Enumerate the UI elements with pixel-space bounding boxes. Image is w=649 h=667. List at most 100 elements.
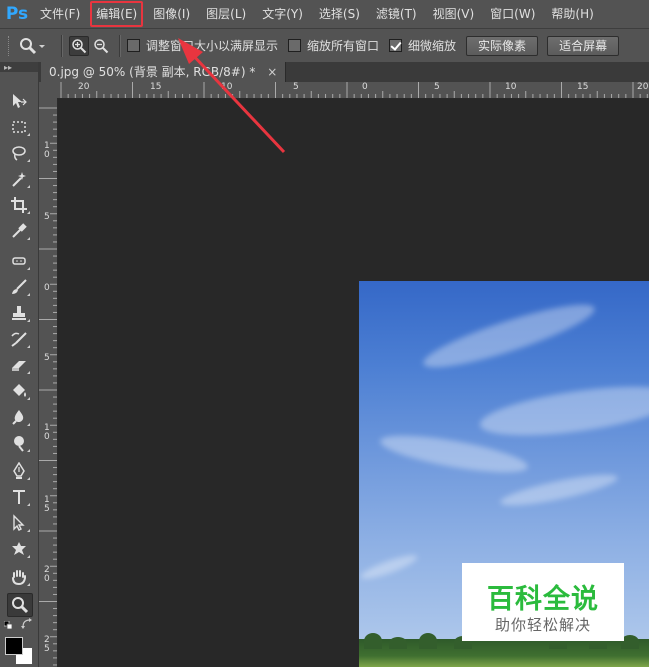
healing-brush-icon [12, 257, 26, 265]
blur-icon [12, 410, 24, 425]
tool-marquee[interactable] [7, 116, 31, 138]
zoom-out-button[interactable] [91, 36, 111, 56]
chevron-down-icon [39, 44, 45, 48]
tool-blur[interactable] [7, 406, 31, 428]
zoom-all-windows-checkbox[interactable]: 缩放所有窗口 [288, 37, 379, 54]
swap-colors-icon[interactable] [21, 618, 33, 633]
tool-move[interactable] [7, 90, 31, 112]
fit-screen-button[interactable]: 适合屏幕 [547, 35, 620, 56]
zoom-out-icon [94, 38, 109, 53]
ruler-label: 20 [78, 82, 90, 92]
lasso-icon [12, 146, 26, 161]
zoom-all-windows-label: 缩放所有窗口 [307, 39, 380, 53]
ruler-label: 10 [221, 82, 233, 92]
tool-zoom[interactable] [7, 593, 33, 617]
eyedropper-icon [12, 223, 27, 238]
watermark-title: 百科全说 [487, 584, 599, 615]
tool-dodge[interactable] [7, 432, 31, 454]
checkbox-box[interactable] [127, 39, 140, 52]
menu-bar: Ps 文件(F) 编辑(E) 图像(I) 图层(L) 文字(Y) 选择(S) 滤… [0, 0, 649, 28]
ruler-label: 1 5 [44, 495, 50, 514]
tool-type[interactable] [7, 486, 31, 508]
options-grip[interactable] [8, 35, 13, 56]
menu-view[interactable]: 视图(V) [427, 0, 481, 28]
ruler-label: 2 5 [44, 635, 50, 654]
app-logo: Ps [5, 4, 29, 24]
zoom-in-button[interactable] [69, 35, 89, 56]
paint-bucket-icon [13, 384, 26, 397]
ruler-label: 5 [44, 353, 50, 363]
tool-eyedropper[interactable] [7, 220, 31, 242]
actual-pixels-button[interactable]: 实际像素 [466, 35, 539, 56]
scrubby-zoom-label: 细微缩放 [408, 39, 457, 53]
ruler-label: 5 [44, 212, 50, 222]
tool-eraser[interactable] [7, 354, 31, 376]
options-separator [61, 34, 63, 57]
resize-windows-label: 调整窗口大小以满屏显示 [146, 39, 279, 53]
foreground-color-swatch[interactable] [5, 637, 23, 655]
menu-help[interactable]: 帮助(H) [545, 0, 599, 28]
dodge-icon [14, 436, 24, 452]
tool-healing-brush[interactable] [7, 250, 31, 272]
stamp-icon [12, 306, 26, 320]
menu-filter[interactable]: 滤镜(T) [370, 0, 423, 28]
tool-brush[interactable] [7, 276, 31, 298]
path-selection-icon [13, 514, 25, 531]
ruler-ticks [60, 82, 648, 98]
zoom-icon [20, 37, 37, 54]
tool-pen[interactable] [7, 460, 31, 482]
options-separator [119, 34, 121, 57]
tool-stamp[interactable] [7, 302, 31, 324]
tool-magic-wand[interactable] [7, 168, 31, 190]
close-icon[interactable]: × [267, 65, 277, 79]
checkbox-box[interactable] [288, 39, 302, 52]
toolbox-header[interactable]: ▸▸ [0, 62, 38, 72]
document-tab-bar: 0.jpg @ 50% (背景 副本, RGB/8#) * × [39, 62, 649, 82]
menu-edit[interactable]: 编辑(E) [90, 0, 144, 28]
hand-icon [12, 570, 26, 586]
tool-paint-bucket[interactable] [7, 380, 31, 402]
menu-layer[interactable]: 图层(L) [200, 0, 252, 28]
menu-image[interactable]: 图像(I) [147, 0, 196, 28]
document-tab[interactable]: 0.jpg @ 50% (背景 副本, RGB/8#) * × [41, 62, 287, 82]
marquee-icon [12, 121, 26, 133]
checkbox-box[interactable] [389, 39, 403, 52]
menu-type[interactable]: 文字(Y) [256, 0, 309, 28]
resize-windows-checkbox[interactable]: 调整窗口大小以满屏显示 [127, 37, 278, 54]
ruler-label: 0 [362, 82, 368, 92]
zoom-icon [12, 597, 29, 614]
crop-icon [11, 197, 27, 213]
brush-icon [12, 279, 27, 294]
tool-crop[interactable] [7, 194, 31, 216]
menu-select[interactable]: 选择(S) [313, 0, 366, 28]
ruler-label: 15 [577, 82, 589, 92]
tool-shape[interactable] [7, 538, 31, 560]
vertical-ruler[interactable]: 1 0 5 0 5 1 0 1 5 2 0 2 5 [39, 98, 58, 667]
tool-preset-picker[interactable] [19, 37, 55, 55]
menu-window[interactable]: 窗口(W) [484, 0, 541, 28]
tool-history-brush[interactable] [7, 328, 31, 350]
options-bar: 调整窗口大小以满屏显示 缩放所有窗口 细微缩放 实际像素 适合屏幕 [0, 28, 649, 63]
zoom-in-icon [72, 38, 87, 53]
watermark-logo: 百科全说 助你轻松解决 [462, 563, 624, 641]
watermark-subtitle: 助你轻松解决 [494, 616, 591, 634]
tool-hand[interactable] [7, 566, 31, 588]
horizontal-ruler[interactable]: 20 15 10 5 0 5 10 15 20 [57, 82, 649, 99]
pen-icon [13, 462, 25, 479]
scrubby-zoom-checkbox[interactable]: 细微缩放 [389, 37, 456, 54]
tool-lasso[interactable] [7, 142, 31, 164]
move-icon [13, 94, 27, 108]
ruler-label: 1 0 [44, 423, 50, 442]
tree-line [359, 633, 649, 667]
ruler-label: 5 [293, 82, 299, 92]
tool-path-selection[interactable] [7, 512, 31, 534]
history-brush-icon [11, 332, 27, 347]
document-tab-title: 0.jpg @ 50% (背景 副本, RGB/8#) * [49, 65, 256, 79]
default-colors-icon[interactable] [3, 620, 14, 634]
toolbox: ▸▸ [0, 62, 39, 667]
menu-file[interactable]: 文件(F) [34, 0, 86, 28]
ruler-origin[interactable] [39, 82, 58, 99]
ruler-label: 5 [434, 82, 440, 92]
ruler-label: 15 [150, 82, 162, 92]
ruler-label: 0 [44, 283, 50, 293]
